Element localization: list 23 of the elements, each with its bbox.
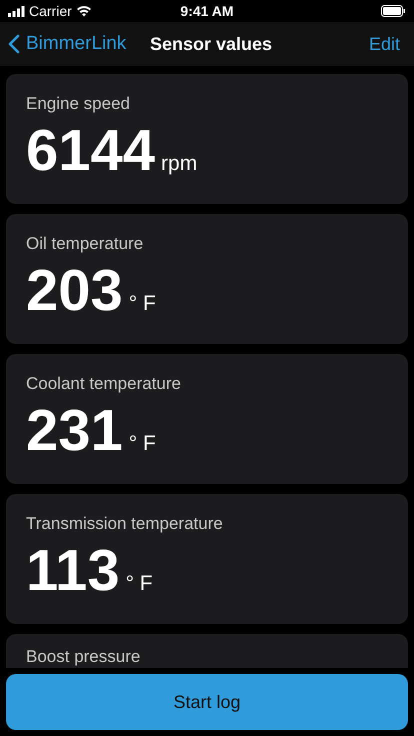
sensor-label: Transmission temperature xyxy=(26,514,223,534)
carrier-label: Carrier xyxy=(29,3,72,19)
signal-icon xyxy=(8,6,25,16)
battery-icon xyxy=(381,5,406,17)
sensor-value: 203 xyxy=(26,257,123,325)
start-log-button[interactable]: Start log xyxy=(6,674,408,730)
screen-title: Sensor values xyxy=(150,34,272,54)
unit-label: ° F xyxy=(128,432,156,456)
edit-button[interactable]: Edit xyxy=(362,34,406,54)
back-button[interactable]: BimmerLink xyxy=(8,33,126,55)
sensor-label: Boost pressure xyxy=(26,647,140,667)
chevron-left-icon xyxy=(8,34,20,54)
unit-label: rpm xyxy=(161,152,198,176)
status-time: 9:41 AM xyxy=(180,3,234,19)
sensor-label: Oil temperature xyxy=(26,234,144,254)
unit-label: ° F xyxy=(126,572,153,596)
sensor-value: 113 xyxy=(26,537,120,605)
wifi-icon xyxy=(76,5,92,17)
sensor-value: 231 xyxy=(26,397,123,465)
sensor-value: 6144 xyxy=(26,117,156,185)
sensor-label: Coolant temperature xyxy=(26,374,181,394)
unit-label: ° F xyxy=(128,292,156,316)
sensor-label: Engine speed xyxy=(26,94,130,114)
